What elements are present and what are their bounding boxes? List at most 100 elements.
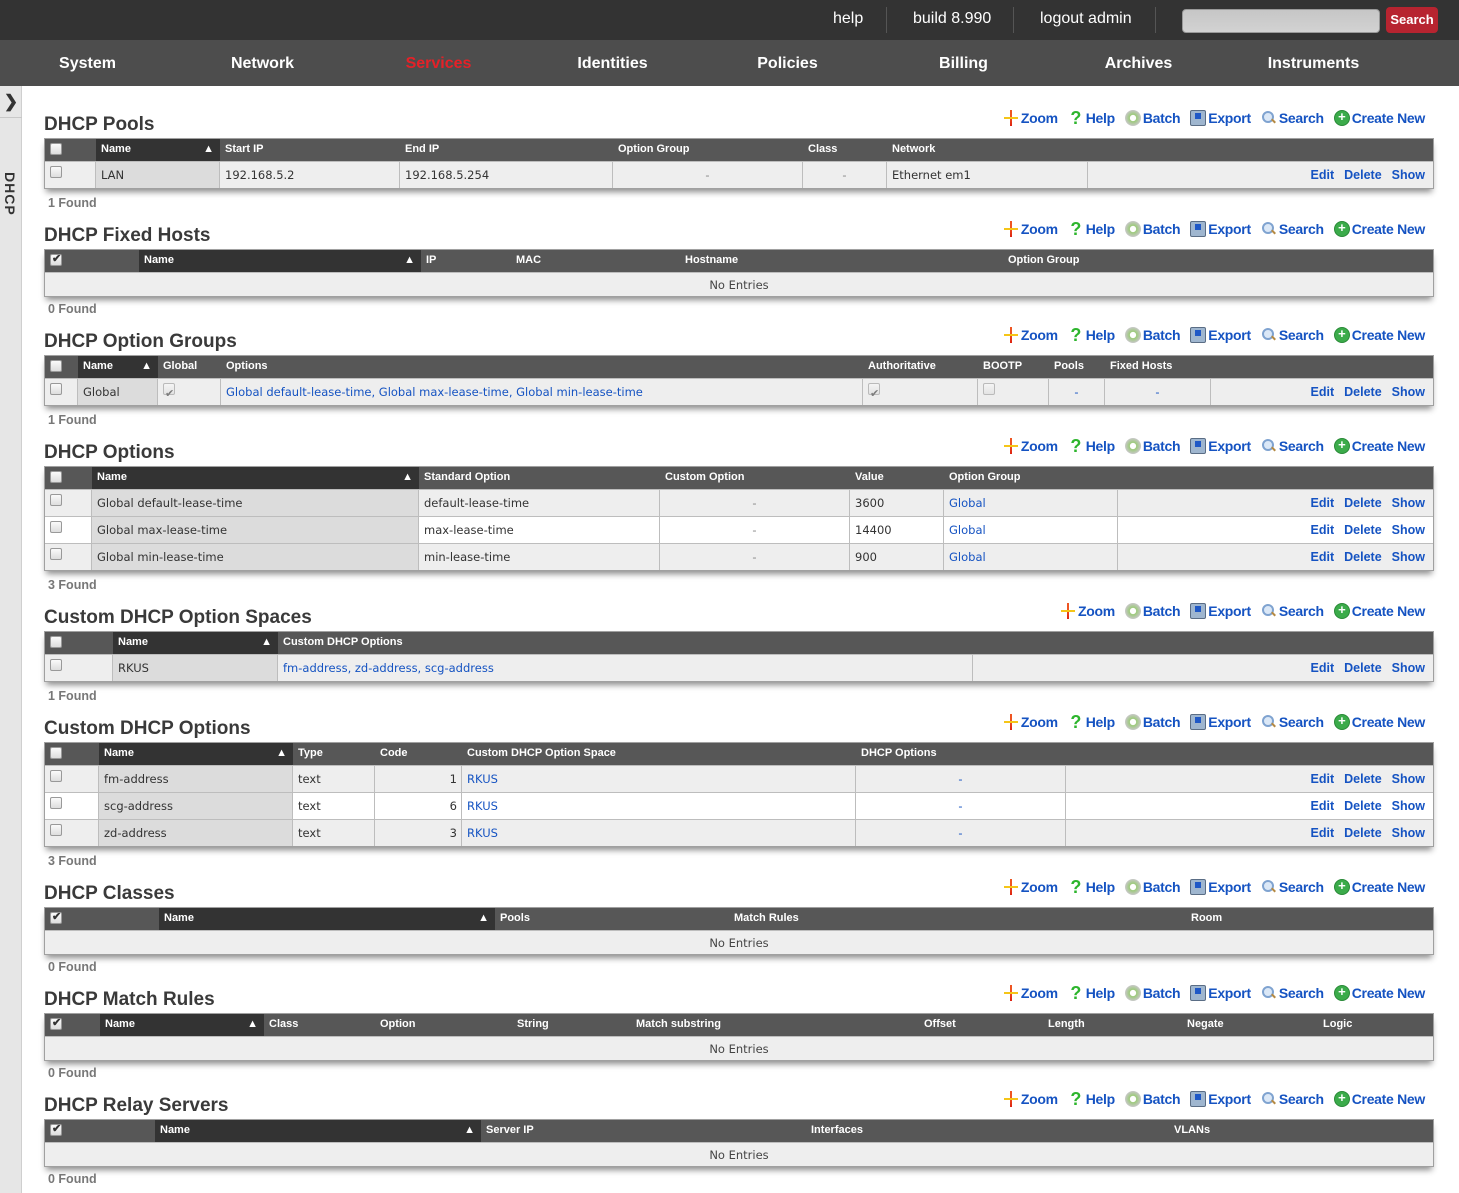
column-header-ip[interactable]: IP [421,250,436,272]
batch-button[interactable]: Batch [1124,438,1181,454]
column-header-room[interactable]: Room [1186,908,1222,930]
row-checkbox[interactable] [50,383,62,395]
global-search-button[interactable]: Search [1386,7,1438,33]
create-new-button[interactable]: Create New [1333,602,1425,619]
nav-network[interactable]: Network [175,40,350,86]
zoom-button[interactable]: Zoom [1003,110,1058,126]
column-header-name[interactable]: Name ▲ [92,467,419,489]
cell-option-space-link[interactable]: RKUS [462,766,856,792]
zoom-button[interactable]: Zoom [1003,985,1058,1001]
zoom-button[interactable]: Zoom [1003,1091,1058,1107]
column-header-option-group[interactable]: Option Group [1003,250,1079,272]
search-button[interactable]: Search [1261,110,1324,126]
column-header-string[interactable]: String [512,1014,549,1036]
nav-services[interactable]: Services [351,40,526,86]
cell-dhcp-options[interactable]: - [856,793,1066,819]
select-all-checkbox[interactable] [50,1122,62,1136]
nav-archives[interactable]: Archives [1051,40,1226,86]
export-button[interactable]: Export [1190,603,1251,619]
column-header-name[interactable]: Name ▲ [139,250,421,272]
column-header-hostname[interactable]: Hostname [680,250,738,272]
help-button[interactable]: ? Help [1068,109,1115,127]
table-row[interactable]: Global min-lease-time min-lease-time -900 G… [45,543,1433,570]
column-header-negate[interactable]: Negate [1182,1014,1224,1036]
create-new-button[interactable]: Create New [1333,984,1425,1001]
export-button[interactable]: Export [1190,221,1251,237]
column-header-class[interactable]: Class [264,1014,298,1036]
column-header-start-ip[interactable]: Start IP [220,139,264,161]
row-checkbox[interactable] [50,659,62,671]
select-all-checkbox[interactable] [50,143,62,155]
edit-link[interactable]: Edit [1311,655,1335,681]
row-checkbox[interactable] [50,166,62,178]
edit-link[interactable]: Edit [1311,793,1335,819]
export-button[interactable]: Export [1190,714,1251,730]
cell-option-space-link[interactable]: RKUS [462,793,856,819]
create-new-button[interactable]: Create New [1333,220,1425,237]
cell-custom-options-link[interactable]: fm-address, zd-address, scg-address [278,655,973,681]
show-link[interactable]: Show [1392,490,1425,516]
help-button[interactable]: ? Help [1068,220,1115,238]
help-link[interactable]: help [833,0,863,40]
edit-link[interactable]: Edit [1311,517,1335,543]
table-row[interactable]: scg-address text 6 RKUS - Edit Delete Show [45,792,1433,819]
zoom-button[interactable]: Zoom [1003,438,1058,454]
row-checkbox[interactable] [50,824,62,836]
table-row[interactable]: Global default-lease-time default-lease-t… [45,489,1433,516]
export-button[interactable]: Export [1190,438,1251,454]
cell-option-group-link[interactable]: Global [944,517,1118,543]
search-button[interactable]: Search [1261,221,1324,237]
column-header-custom-option[interactable]: Custom Option [660,467,744,489]
edit-link[interactable]: Edit [1311,379,1335,405]
column-header-option-group[interactable]: Option Group [613,139,689,161]
delete-link[interactable]: Delete [1344,766,1382,792]
export-button[interactable]: Export [1190,879,1251,895]
column-header-class[interactable]: Class [803,139,837,161]
column-header-type[interactable]: Type [293,743,323,765]
search-button[interactable]: Search [1261,603,1324,619]
column-header-name[interactable]: Name ▲ [159,908,495,930]
zoom-button[interactable]: Zoom [1003,714,1058,730]
cell-option-space-link[interactable]: RKUS [462,820,856,846]
chevron-right-icon[interactable]: ❯ [0,86,22,118]
column-header-length[interactable]: Length [1043,1014,1085,1036]
table-row[interactable]: RKUS fm-address, zd-address, scg-address… [45,654,1433,681]
search-button[interactable]: Search [1261,438,1324,454]
column-header-vlans[interactable]: VLANs [1169,1120,1210,1142]
column-header-name[interactable]: Name ▲ [99,743,293,765]
search-button[interactable]: Search [1261,714,1324,730]
column-header-bootp[interactable]: BOOTP [978,356,1022,378]
zoom-button[interactable]: Zoom [1003,327,1058,343]
nav-instruments[interactable]: Instruments [1226,40,1401,86]
cell-dhcp-options[interactable]: - [856,766,1066,792]
edit-link[interactable]: Edit [1311,162,1335,188]
column-header-global[interactable]: Global [158,356,197,378]
column-header-match-substring[interactable]: Match substring [631,1014,721,1036]
create-new-button[interactable]: Create New [1333,878,1425,895]
column-header-option-group[interactable]: Option Group [944,467,1020,489]
row-checkbox[interactable] [50,521,62,533]
delete-link[interactable]: Delete [1344,379,1382,405]
export-button[interactable]: Export [1190,327,1251,343]
delete-link[interactable]: Delete [1344,655,1382,681]
zoom-button[interactable]: Zoom [1003,879,1058,895]
row-checkbox[interactable] [50,548,62,560]
cell-options-link[interactable]: Global default-lease-time, Global max-le… [221,379,863,405]
column-header-offset[interactable]: Offset [919,1014,956,1036]
build-link[interactable]: build 8.990 [913,0,991,40]
show-link[interactable]: Show [1392,379,1425,405]
column-header-dhcp-options[interactable]: DHCP Options [856,743,937,765]
column-header-fixed-hosts[interactable]: Fixed Hosts [1105,356,1172,378]
batch-button[interactable]: Batch [1124,221,1181,237]
batch-button[interactable]: Batch [1124,985,1181,1001]
column-header-code[interactable]: Code [375,743,408,765]
search-button[interactable]: Search [1261,879,1324,895]
column-header-pools[interactable]: Pools [1049,356,1084,378]
column-header-option-space[interactable]: Custom DHCP Option Space [462,743,616,765]
search-button[interactable]: Search [1261,985,1324,1001]
create-new-button[interactable]: Create New [1333,437,1425,454]
batch-button[interactable]: Batch [1124,603,1181,619]
show-link[interactable]: Show [1392,793,1425,819]
help-button[interactable]: ? Help [1068,713,1115,731]
create-new-button[interactable]: Create New [1333,326,1425,343]
